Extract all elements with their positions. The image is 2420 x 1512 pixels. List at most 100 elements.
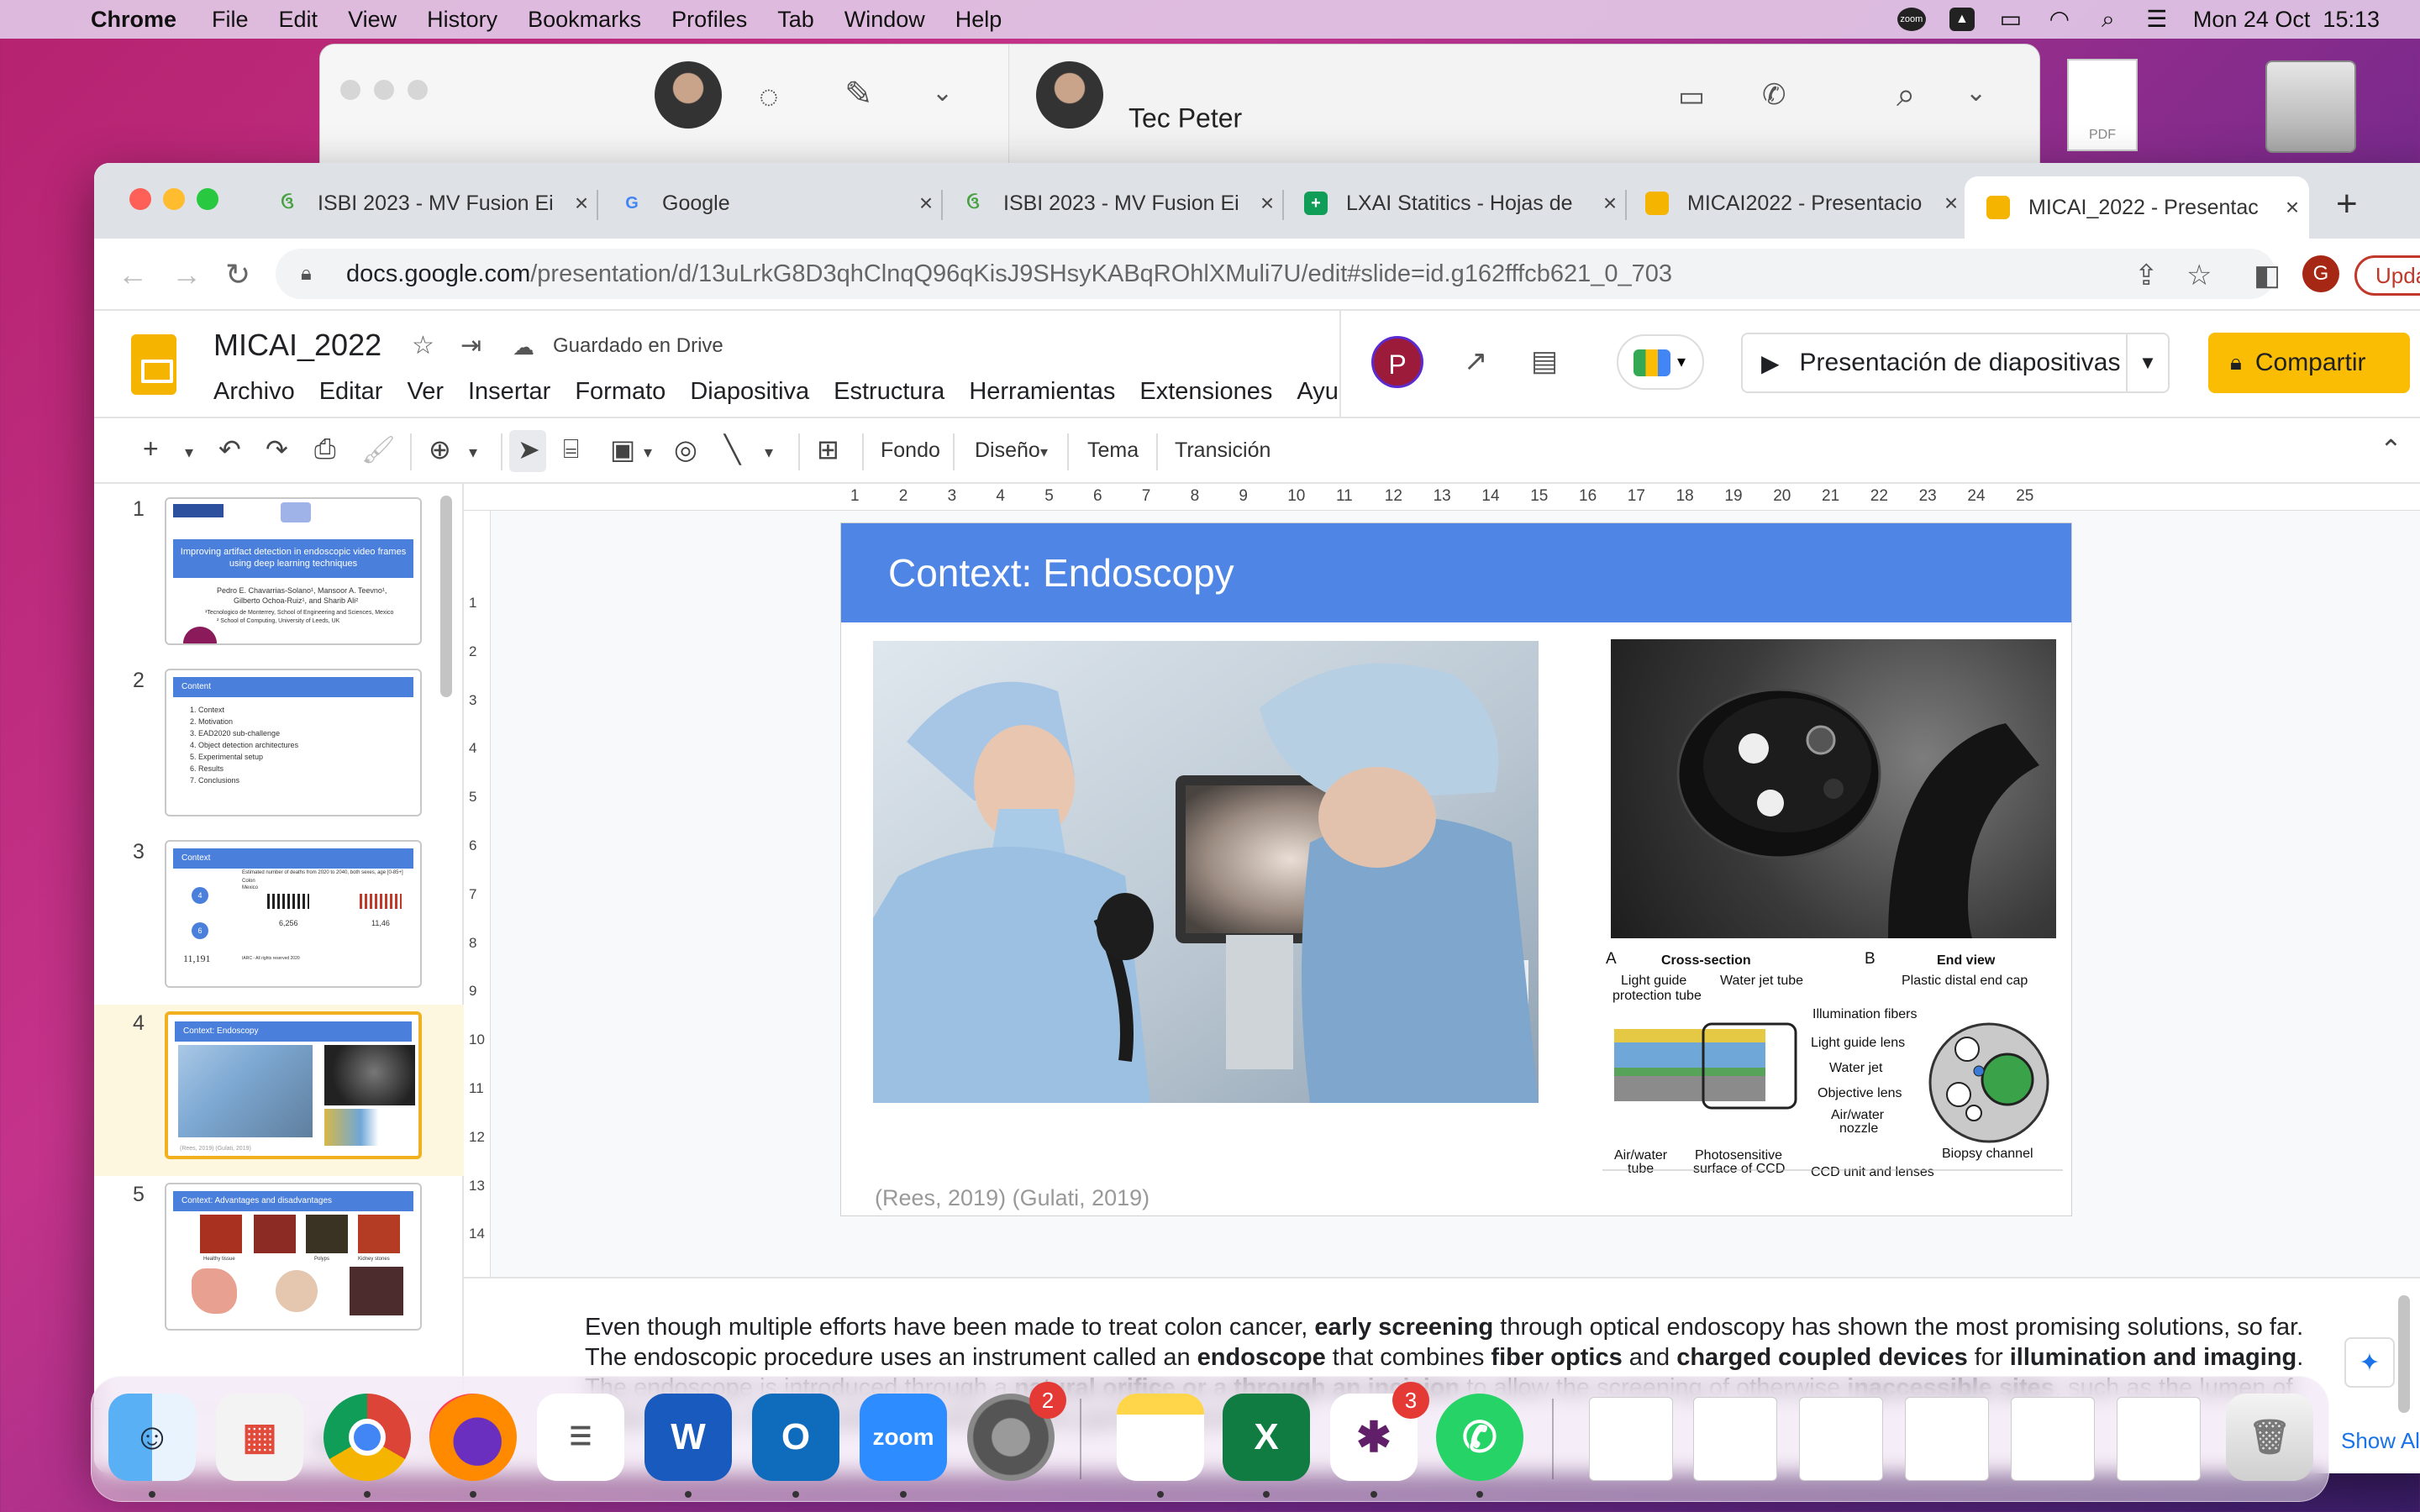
chevron-down-icon[interactable]: ⌄ (1965, 78, 1986, 108)
minimized-window-thumbnail[interactable] (2011, 1397, 2095, 1481)
spotlight-search-icon[interactable]: ⌕ (2096, 8, 2121, 31)
zoom-icon[interactable]: ⊕ (429, 433, 451, 465)
slack-icon[interactable]: ✱ 3 (1330, 1382, 1429, 1481)
address-bar[interactable]: 🔒︎ docs.google.com /presentation/d/13uLr… (276, 249, 2275, 299)
endoscope-tip-photo[interactable] (1611, 639, 2056, 938)
transition-button[interactable]: Transición (1175, 438, 1270, 463)
browser-tab[interactable]: MICAI2022 - Presentacio × (1623, 176, 1968, 230)
minimized-window-thumbnail[interactable] (1799, 1397, 1883, 1481)
collapse-toolbar-icon[interactable]: ⌃ (2380, 433, 2402, 465)
chevron-down-icon[interactable]: ▾ (765, 442, 773, 463)
desktop-pdf-file-icon[interactable]: PDF (2067, 59, 2138, 151)
zoom-status-icon[interactable]: zoom (1897, 8, 1926, 31)
launchpad-icon[interactable]: ▦ (216, 1394, 303, 1481)
present-dropdown-icon[interactable]: ▼ (2126, 334, 2168, 391)
design-button[interactable]: Diseño (975, 438, 1040, 463)
drive-status-icon[interactable]: ▲ (1949, 8, 1975, 31)
add-comment-icon[interactable]: ⊞ (817, 433, 839, 465)
bookmark-star-icon[interactable]: ☆ (2186, 259, 2212, 292)
menu-editar[interactable]: Editar (319, 378, 383, 406)
undo-icon[interactable]: ↶ (218, 433, 241, 465)
profile-avatar[interactable]: G (2302, 255, 2339, 292)
menu-window[interactable]: Window (844, 7, 925, 33)
paint-format-icon[interactable]: 🖌︎ (361, 433, 396, 465)
present-button[interactable]: ▶︎ Presentación de diapositivas ▼ (1741, 333, 2170, 393)
menu-edit[interactable]: Edit (279, 7, 318, 33)
lock-icon[interactable]: 🔒︎ (301, 262, 323, 286)
slide-thumbnail[interactable]: 2 Content 1. Context 2. Motivation 3. EA… (94, 662, 464, 833)
slides-logo-icon[interactable] (131, 334, 176, 395)
insert-image-icon[interactable]: ▣ (610, 433, 635, 465)
print-icon[interactable]: ⎙ (314, 433, 336, 465)
excel-icon[interactable]: X (1223, 1394, 1310, 1481)
own-avatar[interactable] (655, 61, 722, 129)
current-slide[interactable]: Context: Endoscopy A Cross-section B End… (840, 522, 2072, 1216)
chevron-down-icon[interactable]: ▾ (469, 442, 477, 463)
notes-scrollbar[interactable] (2398, 1295, 2410, 1413)
video-call-icon[interactable]: ▭ (1678, 80, 1705, 113)
slide-title[interactable]: Context: Endoscopy (888, 550, 1234, 596)
browser-tab[interactable]: G Google × (598, 176, 943, 230)
cursor-arrow-icon[interactable]: ➤ (518, 433, 540, 465)
browser-tab[interactable]: ઉ ISBI 2023 - MV Fusion Ei × (939, 176, 1284, 230)
show-all-link[interactable]: Show Al (2341, 1428, 2420, 1454)
close-tab-icon[interactable]: × (1934, 190, 1968, 217)
browser-tab[interactable]: + LXAI Statitics - Hojas de × (1282, 176, 1627, 230)
zoom-icon[interactable]: zoom (860, 1394, 947, 1481)
close-window-button[interactable] (129, 188, 151, 210)
new-chat-icon[interactable]: ✎ (844, 75, 873, 113)
maximize-window-button[interactable] (197, 188, 218, 210)
menu-formato[interactable]: Formato (575, 378, 666, 406)
browser-tab[interactable]: ઉ ISBI 2023 - MV Fusion Ei × (254, 176, 598, 230)
voice-call-icon[interactable]: ✆ (1762, 78, 1786, 112)
close-tab-icon[interactable]: × (2275, 194, 2309, 221)
finder-icon[interactable]: ☺ (108, 1394, 196, 1481)
slide-citation[interactable]: (Rees, 2019) (Gulati, 2019) (875, 1185, 1150, 1211)
battery-icon[interactable]: ▭ (1998, 8, 2023, 31)
trash-icon[interactable]: 🗑︎ (2226, 1394, 2313, 1481)
minimized-window-thumbnail[interactable] (1905, 1397, 1989, 1481)
side-panel-icon[interactable]: ◧ (2254, 259, 2281, 292)
share-icon[interactable]: ⇪ (2134, 259, 2159, 292)
menu-file[interactable]: File (212, 7, 249, 33)
search-icon[interactable]: ⌕ (1897, 76, 1915, 114)
chevron-down-icon[interactable]: ⌄ (932, 78, 953, 108)
chrome-icon[interactable] (324, 1394, 411, 1481)
redo-icon[interactable]: ↷ (266, 433, 288, 465)
slide-thumbnail-selected[interactable]: 4 Context: Endoscopy (Rees, 2019) (Gulat… (94, 1005, 464, 1176)
word-icon[interactable]: W (644, 1394, 732, 1481)
recent-document-thumbnail[interactable] (1589, 1397, 1673, 1481)
document-title[interactable]: MICAI_2022 (213, 328, 381, 363)
endoscopy-procedure-photo[interactable] (873, 641, 1539, 1103)
close-tab-icon[interactable]: × (1593, 190, 1627, 217)
menu-ver[interactable]: Ver (407, 378, 444, 406)
forward-arrow-icon[interactable]: → (171, 257, 202, 292)
minimize-window-button[interactable] (163, 188, 185, 210)
chevron-down-icon[interactable]: ▾ (185, 442, 193, 463)
shape-icon[interactable]: ◎ (674, 433, 697, 465)
save-status[interactable]: Guardado en Drive (553, 334, 723, 358)
theme-button[interactable]: Tema (1087, 438, 1139, 463)
menu-extensiones[interactable]: Extensiones (1139, 378, 1272, 406)
new-tab-button[interactable]: + (2336, 183, 2358, 225)
reminders-icon[interactable]: ☰ (537, 1394, 624, 1481)
status-icon[interactable]: ◌ (759, 78, 779, 116)
close-tab-icon[interactable]: × (565, 190, 598, 217)
menu-history[interactable]: History (427, 7, 497, 33)
star-icon[interactable]: ☆ (412, 331, 434, 360)
settings-icon[interactable]: 2 (967, 1382, 1066, 1481)
endoscope-cross-section-diagram[interactable]: A Cross-section B End view Light guide p… (1602, 948, 2063, 1179)
comments-icon[interactable]: ▤ (1531, 344, 1558, 378)
menu-estructura[interactable]: Estructura (834, 378, 944, 406)
assistant-icon[interactable]: ✦ (2344, 1337, 2395, 1388)
outlook-icon[interactable]: O (752, 1394, 839, 1481)
browser-tab-active[interactable]: MICAI_2022 - Presentac × (1965, 176, 2309, 239)
collaborator-avatar[interactable]: P (1371, 336, 1423, 388)
slide-thumbnail[interactable]: 3 Context Estimated number of deaths fro… (94, 833, 464, 1005)
menu-tab[interactable]: Tab (777, 7, 814, 33)
close-tab-icon[interactable]: × (909, 190, 943, 217)
notes-icon[interactable] (1117, 1394, 1204, 1481)
cloud-saved-icon[interactable]: ☁ (513, 334, 534, 360)
wifi-icon[interactable]: ◠ (2047, 8, 2072, 31)
menu-archivo[interactable]: Archivo (213, 378, 295, 406)
